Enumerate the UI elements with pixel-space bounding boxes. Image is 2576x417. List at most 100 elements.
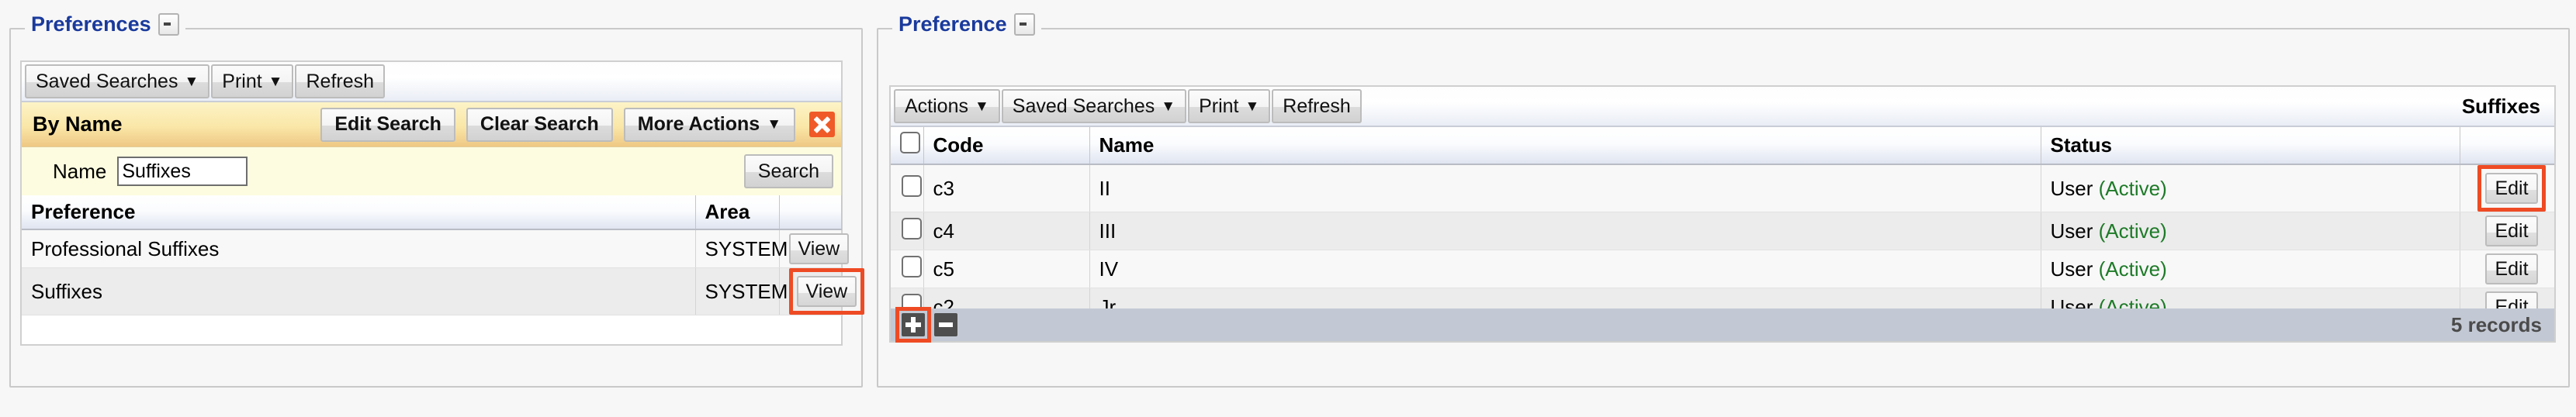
plus-icon[interactable] [902,313,925,336]
cell-code: c2 [923,288,1090,308]
preferences-search-box: Saved Searches ▼ Print ▼ Refresh By Name… [20,60,865,346]
preference-grid-box: Actions ▼ Saved Searches ▼ Print ▼ Refre… [889,85,2556,343]
close-icon[interactable] [809,112,835,137]
edit-button[interactable]: Edit [2485,215,2538,246]
preference-toolbar: Actions ▼ Saved Searches ▼ Print ▼ Refre… [891,87,2554,127]
toolbar-actions-button[interactable]: Actions ▼ [894,89,1000,123]
minus-icon[interactable] [1013,13,1035,36]
toolbar-refresh-button[interactable]: Refresh [295,64,386,98]
toolbar-saved-searches-button[interactable]: Saved Searches ▼ [25,64,210,98]
search-criteria-header: By Name Edit Search Clear Search More Ac… [22,102,841,147]
table-row[interactable]: c4 III User (Active) Edit [891,212,2554,250]
row-checkbox[interactable] [901,217,922,240]
grid-title-label: Suffixes [2461,94,2540,118]
column-header-code[interactable]: Code [923,127,1090,165]
highlight-outline: Edit [2477,165,2546,212]
status-badge: (Active) [2098,176,2167,200]
toolbar-refresh-label: Refresh [1283,95,1351,117]
cell-action: Edit [2460,212,2554,250]
table-row[interactable]: c2 Jr User (Active) Edit [891,288,2554,309]
row-checkbox[interactable] [901,255,922,277]
edit-button-highlighted[interactable]: Edit [2485,173,2538,204]
status-badge: (Active) [2098,219,2167,243]
search-criteria-body: Name Search [22,147,841,195]
status-user: User [2050,176,2093,200]
preference-panel-title: Preference [898,12,1007,36]
highlight-outline [895,307,931,343]
chevron-down-icon: ▼ [767,116,781,133]
cell-area: SYSTEM [695,267,788,315]
table-row[interactable]: c5 IV User (Active) Edit [891,250,2554,288]
toolbar-print-label: Print [222,70,262,92]
column-header-area[interactable]: Area [695,195,780,230]
toolbar-print-button[interactable]: Print ▼ [211,64,294,98]
table-row[interactable]: Suffixes SYSTEM View [22,267,865,315]
search-criteria-title: By Name [33,112,123,136]
preferences-panel-legend: Preferences [25,12,185,36]
cell-status: User (Active) [2041,212,2460,250]
clear-search-label: Clear Search [480,113,599,135]
column-header-actions [2460,127,2554,165]
edit-button[interactable]: Edit [2485,291,2538,309]
cell-action: Edit [2460,250,2554,288]
preferences-panel: Preferences Saved Searches ▼ Print ▼ Ref… [9,12,865,388]
grid-footer: 5 records [891,307,2554,343]
status-user: User [2050,219,2093,243]
view-button[interactable]: View [788,233,850,264]
name-search-input[interactable] [117,157,248,186]
view-button-highlighted[interactable]: View [796,276,857,307]
cell-status: User (Active) [2041,250,2460,288]
edit-button-label: Edit [2495,295,2529,309]
column-header-status[interactable]: Status [2041,127,2460,165]
cell-code: c3 [923,164,1090,212]
cell-name: IV [1089,250,2041,288]
search-button-label: Search [757,160,819,182]
table-row[interactable]: Professional Suffixes SYSTEM View [22,229,850,268]
edit-search-button[interactable]: Edit Search [320,107,455,142]
more-actions-label: More Actions [637,113,760,135]
minus-icon[interactable] [934,313,957,336]
chevron-down-icon: ▼ [184,73,199,90]
toolbar-refresh-button[interactable]: Refresh [1272,89,1362,123]
preferences-results-table: Preference Area Professional Suffixes SY… [22,195,865,315]
cell-preference: Suffixes [22,267,696,315]
cell-select [891,212,924,250]
preferences-toolbar: Saved Searches ▼ Print ▼ Refresh [22,62,841,102]
toolbar-refresh-label: Refresh [306,70,375,92]
screenshot-root: Preferences Saved Searches ▼ Print ▼ Ref… [0,0,2576,417]
cell-name: II [1089,164,2041,212]
cell-code: c5 [923,250,1090,288]
chevron-down-icon: ▼ [974,98,989,115]
cell-status: User (Active) [2041,288,2460,309]
cell-action: View [779,229,850,268]
toolbar-print-label: Print [1199,95,1239,117]
preference-grid-body: c3 II User (Active) Edit c4 III User (Ac… [891,164,2554,308]
table-row[interactable]: c3 II User (Active) Edit [891,164,2554,212]
toolbar-saved-searches-button[interactable]: Saved Searches ▼ [1001,89,1187,123]
status-badge: (Active) [2098,295,2167,309]
preference-panel: Preference Actions ▼ Saved Searches ▼ Pr… [877,12,2570,388]
more-actions-button[interactable]: More Actions ▼ [623,107,795,142]
cell-action: Edit [2460,164,2554,212]
cell-select [891,288,924,308]
table-header-row: Preference Area [22,195,842,230]
preferences-panel-title: Preferences [31,12,151,36]
view-button-label: View [798,237,840,260]
status-user: User [2050,295,2093,309]
table-header-row: Code Name Status [891,127,2554,165]
cell-action: View [779,267,865,315]
minus-icon[interactable] [158,13,179,36]
row-checkbox[interactable] [901,174,922,197]
select-all-checkbox[interactable] [900,132,920,153]
toolbar-print-button[interactable]: Print ▼ [1188,89,1271,123]
column-header-select-all [891,127,924,165]
chevron-down-icon: ▼ [1245,98,1260,115]
column-header-preference[interactable]: Preference [22,195,696,230]
column-header-name[interactable]: Name [1089,127,2041,165]
edit-button[interactable]: Edit [2485,253,2538,284]
cell-preference: Professional Suffixes [22,229,696,268]
preferences-results-table-wrap: Preference Area Professional Suffixes SY… [22,195,865,315]
chevron-down-icon: ▼ [1161,98,1176,115]
clear-search-button[interactable]: Clear Search [466,107,613,142]
search-button[interactable]: Search [743,154,833,188]
